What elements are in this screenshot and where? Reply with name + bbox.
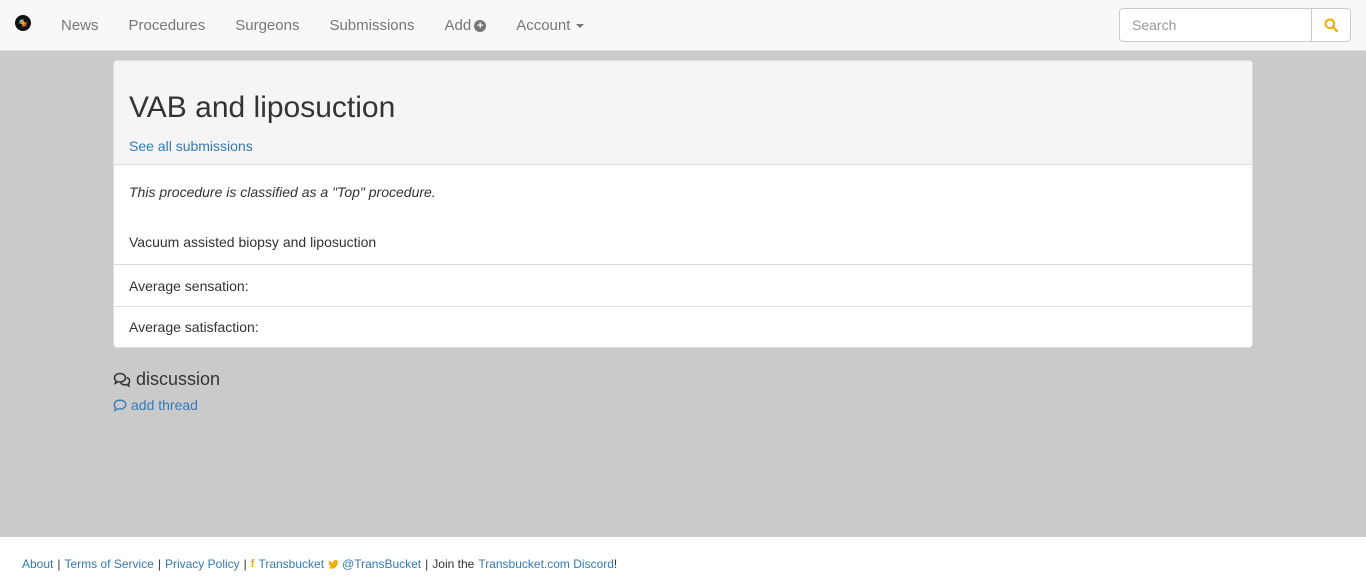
footer-separator: | xyxy=(57,557,61,571)
nav-account-label: Account xyxy=(516,17,571,34)
nav-procedures[interactable]: Procedures xyxy=(114,0,221,51)
navbar: News Procedures Surgeons Submissions Add… xyxy=(0,0,1366,51)
footer-privacy-link[interactable]: Privacy Policy xyxy=(165,557,240,571)
add-thread-link[interactable]: add thread xyxy=(113,397,198,413)
page-title: VAB and liposuction xyxy=(129,91,396,124)
discussion-heading: discussion xyxy=(113,369,220,390)
procedure-description: Vacuum assisted biopsy and liposuction xyxy=(129,234,377,250)
average-satisfaction-label: Average satisfaction: xyxy=(129,319,259,335)
classification-text: This procedure is classified as a "Top" … xyxy=(129,184,436,200)
average-sensation-label: Average sensation: xyxy=(129,277,249,294)
plus-circle-icon: + xyxy=(474,19,487,32)
footer-links: About | Terms of Service | Privacy Polic… xyxy=(22,557,617,571)
nav-add[interactable]: Add + xyxy=(430,0,502,51)
twitter-icon xyxy=(328,559,339,569)
caret-down-icon xyxy=(576,23,585,28)
footer-terms-link[interactable]: Terms of Service xyxy=(64,557,153,571)
average-satisfaction-row: Average satisfaction: xyxy=(114,306,1252,347)
nav-news[interactable]: News xyxy=(46,0,114,51)
nav-submissions[interactable]: Submissions xyxy=(314,0,429,51)
search-button[interactable] xyxy=(1311,8,1351,42)
search-icon xyxy=(1324,18,1338,32)
footer-facebook-link[interactable]: Transbucket xyxy=(258,557,324,571)
transbucket-logo[interactable] xyxy=(15,15,31,31)
footer-join-text: Join the xyxy=(432,557,475,571)
footer-about-link[interactable]: About xyxy=(22,557,53,571)
panel-body: This procedure is classified as a "Top" … xyxy=(114,165,1252,265)
nav-add-label: Add xyxy=(444,17,472,34)
footer: About | Terms of Service | Privacy Polic… xyxy=(0,537,1366,587)
footer-separator: | xyxy=(157,557,161,571)
footer-exclaim: ! xyxy=(613,557,618,571)
search-input[interactable] xyxy=(1119,8,1312,42)
footer-discord-link[interactable]: Transbucket.com Discord xyxy=(478,557,614,571)
average-sensation-row: Average sensation: xyxy=(114,265,1252,306)
main-nav: News Procedures Surgeons Submissions Add… xyxy=(46,0,599,51)
panel-heading: VAB and liposuction See all submissions xyxy=(114,61,1252,165)
footer-separator: | xyxy=(425,557,429,571)
facebook-icon: f xyxy=(250,558,255,570)
nav-account[interactable]: Account xyxy=(501,0,599,51)
footer-twitter-link[interactable]: @TransBucket xyxy=(342,557,421,571)
add-thread-label: add thread xyxy=(131,397,198,413)
see-all-submissions-link[interactable]: See all submissions xyxy=(129,138,253,154)
nav-surgeons[interactable]: Surgeons xyxy=(220,0,314,51)
footer-separator: | xyxy=(243,557,247,571)
discussion-title: discussion xyxy=(136,369,221,389)
comments-icon xyxy=(113,372,131,388)
procedure-panel: VAB and liposuction See all submissions … xyxy=(113,60,1253,348)
comment-icon xyxy=(113,399,127,412)
